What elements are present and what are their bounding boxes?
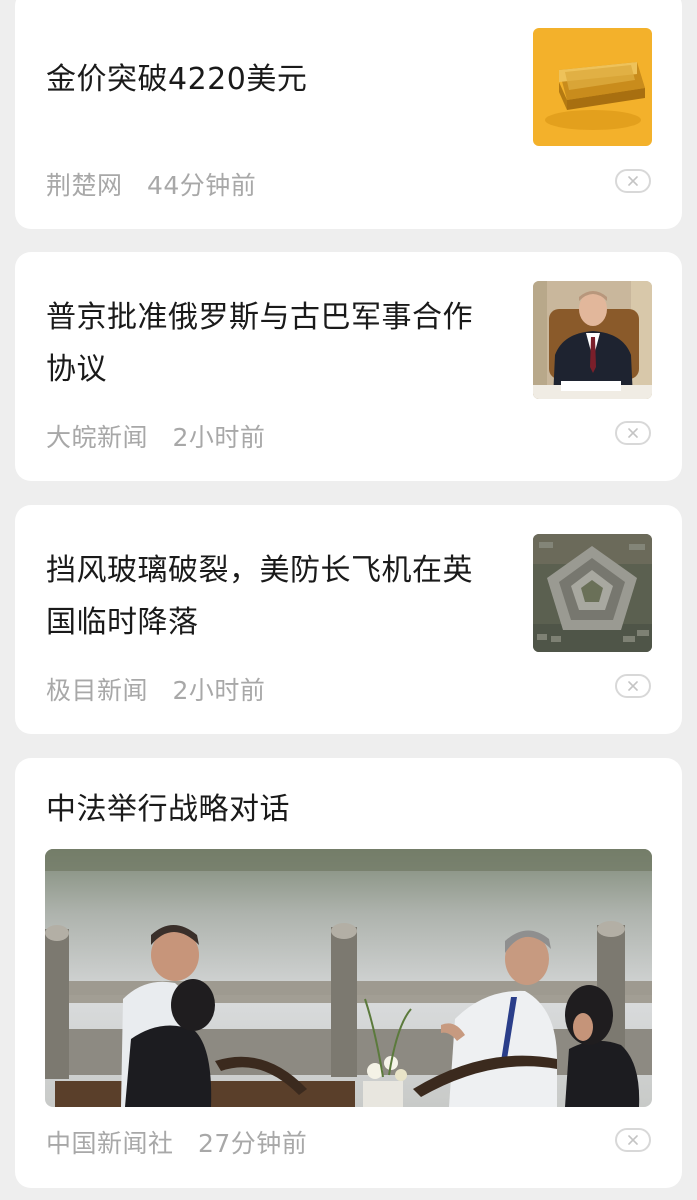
dismiss-button[interactable] <box>615 1128 651 1152</box>
news-feed: 金价突破4220美元 荆楚网 44分钟前 普京批准俄罗斯与古巴军事合作协议 大皖… <box>0 0 697 1200</box>
news-card[interactable]: 普京批准俄罗斯与古巴军事合作协议 大皖新闻 2小时前 <box>15 252 682 481</box>
news-card[interactable]: 挡风玻璃破裂，美防长飞机在英国临时降落 极目新闻 2小时前 <box>15 505 682 734</box>
news-thumbnail[interactable] <box>533 28 652 146</box>
close-icon <box>628 681 638 691</box>
news-time: 2小时前 <box>172 423 266 452</box>
news-meta: 大皖新闻 2小时前 <box>46 418 265 454</box>
news-title[interactable]: 挡风玻璃破裂，美防长飞机在英国临时降落 <box>46 545 496 649</box>
news-thumbnail[interactable] <box>533 281 652 399</box>
news-card[interactable]: 金价突破4220美元 荆楚网 44分钟前 <box>15 0 682 229</box>
news-meta: 中国新闻社 27分钟前 <box>46 1124 307 1160</box>
news-meta: 极目新闻 2小时前 <box>46 671 265 707</box>
news-title[interactable]: 金价突破4220美元 <box>46 54 496 106</box>
close-icon <box>628 428 638 438</box>
news-time: 44分钟前 <box>146 171 257 200</box>
news-thumbnail[interactable] <box>533 534 652 652</box>
dismiss-button[interactable] <box>615 674 651 698</box>
news-source[interactable]: 中国新闻社 <box>46 1129 174 1158</box>
close-icon <box>628 1135 638 1145</box>
news-source[interactable]: 极目新闻 <box>46 676 148 705</box>
news-time: 2小时前 <box>172 676 266 705</box>
dismiss-button[interactable] <box>615 421 651 445</box>
news-card[interactable]: 中法举行战略对话 中国新闻社 27分钟前 <box>15 758 682 1188</box>
news-source[interactable]: 荆楚网 <box>46 171 123 200</box>
news-meta: 荆楚网 44分钟前 <box>46 166 256 202</box>
close-icon <box>628 176 638 186</box>
news-source[interactable]: 大皖新闻 <box>46 423 148 452</box>
news-title[interactable]: 普京批准俄罗斯与古巴军事合作协议 <box>46 292 496 396</box>
news-time: 27分钟前 <box>197 1129 308 1158</box>
news-title[interactable]: 中法举行战略对话 <box>46 784 646 836</box>
news-image[interactable] <box>45 849 652 1107</box>
dismiss-button[interactable] <box>615 169 651 193</box>
